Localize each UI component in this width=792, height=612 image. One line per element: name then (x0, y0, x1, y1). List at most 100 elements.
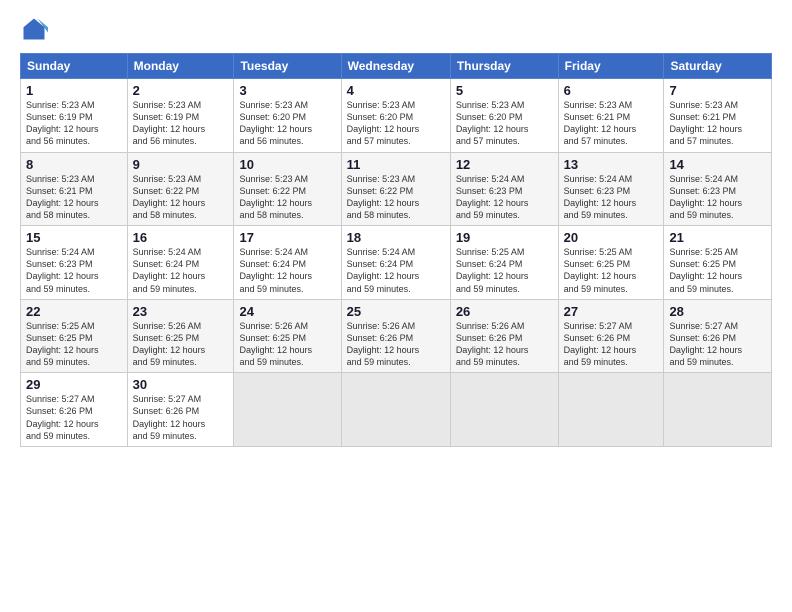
calendar-cell: 27Sunrise: 5:27 AM Sunset: 6:26 PM Dayli… (558, 299, 664, 373)
logo (20, 15, 52, 43)
header-row (20, 15, 772, 43)
day-detail: Sunrise: 5:27 AM Sunset: 6:26 PM Dayligh… (133, 393, 229, 442)
day-number: 14 (669, 157, 766, 172)
day-detail: Sunrise: 5:24 AM Sunset: 6:23 PM Dayligh… (456, 173, 553, 222)
calendar-cell: 18Sunrise: 5:24 AM Sunset: 6:24 PM Dayli… (341, 226, 450, 300)
day-header-thursday: Thursday (450, 54, 558, 79)
calendar-cell (664, 373, 772, 447)
day-detail: Sunrise: 5:24 AM Sunset: 6:24 PM Dayligh… (239, 246, 335, 295)
day-detail: Sunrise: 5:27 AM Sunset: 6:26 PM Dayligh… (669, 320, 766, 369)
calendar-cell (450, 373, 558, 447)
calendar-cell: 25Sunrise: 5:26 AM Sunset: 6:26 PM Dayli… (341, 299, 450, 373)
week-row-4: 22Sunrise: 5:25 AM Sunset: 6:25 PM Dayli… (21, 299, 772, 373)
day-detail: Sunrise: 5:26 AM Sunset: 6:25 PM Dayligh… (239, 320, 335, 369)
day-header-tuesday: Tuesday (234, 54, 341, 79)
day-number: 22 (26, 304, 122, 319)
day-number: 4 (347, 83, 445, 98)
calendar-cell: 30Sunrise: 5:27 AM Sunset: 6:26 PM Dayli… (127, 373, 234, 447)
day-detail: Sunrise: 5:26 AM Sunset: 6:25 PM Dayligh… (133, 320, 229, 369)
day-header-wednesday: Wednesday (341, 54, 450, 79)
day-detail: Sunrise: 5:23 AM Sunset: 6:21 PM Dayligh… (669, 99, 766, 148)
calendar-cell: 4Sunrise: 5:23 AM Sunset: 6:20 PM Daylig… (341, 79, 450, 153)
day-detail: Sunrise: 5:24 AM Sunset: 6:23 PM Dayligh… (26, 246, 122, 295)
day-detail: Sunrise: 5:25 AM Sunset: 6:24 PM Dayligh… (456, 246, 553, 295)
day-detail: Sunrise: 5:23 AM Sunset: 6:20 PM Dayligh… (347, 99, 445, 148)
day-number: 19 (456, 230, 553, 245)
day-detail: Sunrise: 5:26 AM Sunset: 6:26 PM Dayligh… (347, 320, 445, 369)
day-number: 30 (133, 377, 229, 392)
day-number: 28 (669, 304, 766, 319)
calendar-cell: 17Sunrise: 5:24 AM Sunset: 6:24 PM Dayli… (234, 226, 341, 300)
calendar-cell: 10Sunrise: 5:23 AM Sunset: 6:22 PM Dayli… (234, 152, 341, 226)
logo-icon (20, 15, 48, 43)
day-detail: Sunrise: 5:24 AM Sunset: 6:24 PM Dayligh… (133, 246, 229, 295)
day-number: 17 (239, 230, 335, 245)
day-number: 27 (564, 304, 659, 319)
calendar-cell: 26Sunrise: 5:26 AM Sunset: 6:26 PM Dayli… (450, 299, 558, 373)
calendar-cell: 3Sunrise: 5:23 AM Sunset: 6:20 PM Daylig… (234, 79, 341, 153)
calendar-cell: 21Sunrise: 5:25 AM Sunset: 6:25 PM Dayli… (664, 226, 772, 300)
day-header-friday: Friday (558, 54, 664, 79)
day-number: 24 (239, 304, 335, 319)
calendar-cell: 7Sunrise: 5:23 AM Sunset: 6:21 PM Daylig… (664, 79, 772, 153)
calendar-cell (341, 373, 450, 447)
calendar-cell: 2Sunrise: 5:23 AM Sunset: 6:19 PM Daylig… (127, 79, 234, 153)
calendar-cell: 8Sunrise: 5:23 AM Sunset: 6:21 PM Daylig… (21, 152, 128, 226)
day-number: 2 (133, 83, 229, 98)
day-number: 11 (347, 157, 445, 172)
week-row-1: 1Sunrise: 5:23 AM Sunset: 6:19 PM Daylig… (21, 79, 772, 153)
day-number: 20 (564, 230, 659, 245)
day-detail: Sunrise: 5:23 AM Sunset: 6:20 PM Dayligh… (239, 99, 335, 148)
day-detail: Sunrise: 5:23 AM Sunset: 6:20 PM Dayligh… (456, 99, 553, 148)
calendar-cell: 19Sunrise: 5:25 AM Sunset: 6:24 PM Dayli… (450, 226, 558, 300)
week-row-5: 29Sunrise: 5:27 AM Sunset: 6:26 PM Dayli… (21, 373, 772, 447)
day-number: 5 (456, 83, 553, 98)
calendar-cell: 28Sunrise: 5:27 AM Sunset: 6:26 PM Dayli… (664, 299, 772, 373)
calendar-cell: 12Sunrise: 5:24 AM Sunset: 6:23 PM Dayli… (450, 152, 558, 226)
day-detail: Sunrise: 5:23 AM Sunset: 6:19 PM Dayligh… (133, 99, 229, 148)
day-number: 18 (347, 230, 445, 245)
day-detail: Sunrise: 5:23 AM Sunset: 6:21 PM Dayligh… (26, 173, 122, 222)
day-header-monday: Monday (127, 54, 234, 79)
day-header-saturday: Saturday (664, 54, 772, 79)
day-detail: Sunrise: 5:23 AM Sunset: 6:19 PM Dayligh… (26, 99, 122, 148)
day-detail: Sunrise: 5:24 AM Sunset: 6:23 PM Dayligh… (564, 173, 659, 222)
day-detail: Sunrise: 5:27 AM Sunset: 6:26 PM Dayligh… (26, 393, 122, 442)
day-number: 8 (26, 157, 122, 172)
day-header-sunday: Sunday (21, 54, 128, 79)
calendar-cell: 5Sunrise: 5:23 AM Sunset: 6:20 PM Daylig… (450, 79, 558, 153)
day-number: 12 (456, 157, 553, 172)
week-row-3: 15Sunrise: 5:24 AM Sunset: 6:23 PM Dayli… (21, 226, 772, 300)
day-number: 16 (133, 230, 229, 245)
calendar-cell: 15Sunrise: 5:24 AM Sunset: 6:23 PM Dayli… (21, 226, 128, 300)
calendar-cell: 16Sunrise: 5:24 AM Sunset: 6:24 PM Dayli… (127, 226, 234, 300)
day-number: 7 (669, 83, 766, 98)
day-number: 23 (133, 304, 229, 319)
calendar-cell: 14Sunrise: 5:24 AM Sunset: 6:23 PM Dayli… (664, 152, 772, 226)
week-row-2: 8Sunrise: 5:23 AM Sunset: 6:21 PM Daylig… (21, 152, 772, 226)
calendar-cell: 11Sunrise: 5:23 AM Sunset: 6:22 PM Dayli… (341, 152, 450, 226)
day-detail: Sunrise: 5:25 AM Sunset: 6:25 PM Dayligh… (669, 246, 766, 295)
day-detail: Sunrise: 5:26 AM Sunset: 6:26 PM Dayligh… (456, 320, 553, 369)
day-number: 29 (26, 377, 122, 392)
day-number: 1 (26, 83, 122, 98)
header-row-days: SundayMondayTuesdayWednesdayThursdayFrid… (21, 54, 772, 79)
calendar-cell: 6Sunrise: 5:23 AM Sunset: 6:21 PM Daylig… (558, 79, 664, 153)
day-detail: Sunrise: 5:23 AM Sunset: 6:22 PM Dayligh… (239, 173, 335, 222)
calendar-cell: 22Sunrise: 5:25 AM Sunset: 6:25 PM Dayli… (21, 299, 128, 373)
day-number: 9 (133, 157, 229, 172)
day-number: 3 (239, 83, 335, 98)
calendar-cell (558, 373, 664, 447)
day-number: 15 (26, 230, 122, 245)
calendar-cell (234, 373, 341, 447)
day-detail: Sunrise: 5:23 AM Sunset: 6:22 PM Dayligh… (133, 173, 229, 222)
day-number: 21 (669, 230, 766, 245)
day-detail: Sunrise: 5:23 AM Sunset: 6:21 PM Dayligh… (564, 99, 659, 148)
day-detail: Sunrise: 5:24 AM Sunset: 6:24 PM Dayligh… (347, 246, 445, 295)
calendar-cell: 29Sunrise: 5:27 AM Sunset: 6:26 PM Dayli… (21, 373, 128, 447)
calendar-cell: 24Sunrise: 5:26 AM Sunset: 6:25 PM Dayli… (234, 299, 341, 373)
calendar-cell: 13Sunrise: 5:24 AM Sunset: 6:23 PM Dayli… (558, 152, 664, 226)
calendar-cell: 9Sunrise: 5:23 AM Sunset: 6:22 PM Daylig… (127, 152, 234, 226)
day-detail: Sunrise: 5:24 AM Sunset: 6:23 PM Dayligh… (669, 173, 766, 222)
day-number: 13 (564, 157, 659, 172)
